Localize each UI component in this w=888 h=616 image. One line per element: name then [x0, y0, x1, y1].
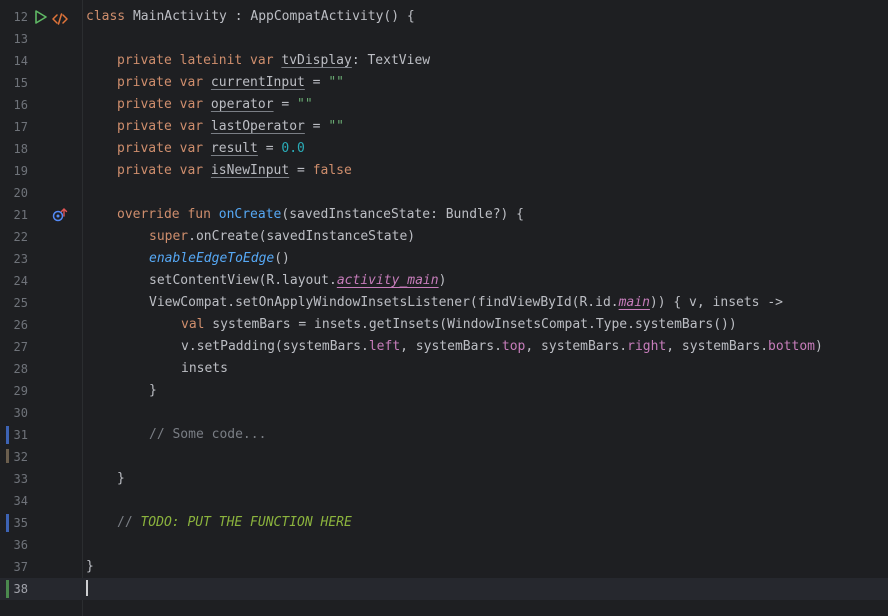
line-number: 25	[13, 296, 28, 310]
line-number: 36	[13, 538, 28, 552]
code-text: setContentView(R.layout.activity_main)	[149, 273, 447, 288]
line-number: 14	[13, 54, 28, 68]
code-text: }	[117, 471, 125, 486]
line-number: 33	[13, 472, 28, 486]
code-line-23[interactable]: 23 enableEdgeToEdge()	[0, 248, 888, 270]
line-number: 29	[13, 384, 28, 398]
code-text: private var result = 0.0	[117, 141, 305, 156]
code-text: val systemBars = insets.getInsets(Window…	[181, 317, 737, 332]
code-line-20[interactable]: 20	[0, 182, 888, 204]
code-line-27[interactable]: 27 v.setPadding(systemBars.left, systemB…	[0, 336, 888, 358]
line-number: 13	[13, 32, 28, 46]
code-line-32[interactable]: 32	[0, 446, 888, 468]
line-number: 20	[13, 186, 28, 200]
line-number: 18	[13, 142, 28, 156]
code-line-21[interactable]: 21 override fun onCreate(savedInstanceSt…	[0, 204, 888, 226]
text-caret	[86, 578, 88, 600]
code-text: insets	[181, 361, 228, 376]
line-number: 28	[13, 362, 28, 376]
line-number: 15	[13, 76, 28, 90]
code-editor[interactable]: 12 class MainActivity : AppCompatActivit…	[0, 0, 888, 616]
code-line-19[interactable]: 19 private var isNewInput = false	[0, 160, 888, 182]
code-line-12[interactable]: 12 class MainActivity : AppCompatActivit…	[0, 6, 888, 28]
code-line-30[interactable]: 30	[0, 402, 888, 424]
line-number: 31	[13, 428, 28, 442]
code-text: private var isNewInput = false	[117, 163, 352, 178]
code-line-36[interactable]: 36	[0, 534, 888, 556]
line-number: 12	[13, 10, 28, 24]
code-line-25[interactable]: 25 ViewCompat.setOnApplyWindowInsetsList…	[0, 292, 888, 314]
code-text: v.setPadding(systemBars.left, systemBars…	[181, 339, 823, 354]
line-number: 35	[13, 516, 28, 530]
line-number: 19	[13, 164, 28, 178]
code-text: private lateinit var tvDisplay: TextView	[117, 53, 431, 68]
code-line-16[interactable]: 16 private var operator = ""	[0, 94, 888, 116]
code-text: class MainActivity : AppCompatActivity()…	[86, 9, 415, 24]
code-text: // Some code...	[149, 427, 267, 442]
line-number: 24	[13, 274, 28, 288]
code-text: super.onCreate(savedInstanceState)	[149, 229, 416, 244]
code-line-15[interactable]: 15 private var currentInput = ""	[0, 72, 888, 94]
line-number: 37	[13, 560, 28, 574]
line-number: 30	[13, 406, 28, 420]
line-number: 16	[13, 98, 28, 112]
code-line-35[interactable]: 35 // TODO: PUT THE FUNCTION HERE	[0, 512, 888, 534]
line-number: 26	[13, 318, 28, 332]
code-line-33[interactable]: 33 }	[0, 468, 888, 490]
code-line-29[interactable]: 29 }	[0, 380, 888, 402]
code-line-38-current[interactable]: 38	[0, 578, 888, 600]
code-line-31[interactable]: 31 // Some code...	[0, 424, 888, 446]
code-text: private var lastOperator = ""	[117, 119, 344, 134]
code-line-18[interactable]: 18 private var result = 0.0	[0, 138, 888, 160]
code-text: private var operator = ""	[117, 97, 313, 112]
line-number: 17	[13, 120, 28, 134]
code-line-13[interactable]: 13	[0, 28, 888, 50]
line-number: 21	[13, 208, 28, 222]
code-line-28[interactable]: 28 insets	[0, 358, 888, 380]
code-text: enableEdgeToEdge()	[149, 251, 290, 266]
code-line-34[interactable]: 34	[0, 490, 888, 512]
line-number: 22	[13, 230, 28, 244]
code-line-14[interactable]: 14 private lateinit var tvDisplay: TextV…	[0, 50, 888, 72]
line-number: 27	[13, 340, 28, 354]
line-number: 32	[13, 450, 28, 464]
line-number: 34	[13, 494, 28, 508]
code-text: ViewCompat.setOnApplyWindowInsetsListene…	[149, 295, 783, 310]
line-number: 23	[13, 252, 28, 266]
code-line-37[interactable]: 37 }	[0, 556, 888, 578]
code-text: override fun onCreate(savedInstanceState…	[117, 207, 525, 222]
code-text: }	[86, 559, 94, 574]
code-text: // TODO: PUT THE FUNCTION HERE	[117, 515, 352, 530]
code-text: private var currentInput = ""	[117, 75, 344, 90]
code-line-26[interactable]: 26 val systemBars = insets.getInsets(Win…	[0, 314, 888, 336]
code-line-24[interactable]: 24 setContentView(R.layout.activity_main…	[0, 270, 888, 292]
code-line-17[interactable]: 17 private var lastOperator = ""	[0, 116, 888, 138]
line-number: 38	[13, 582, 28, 596]
code-line-22[interactable]: 22 super.onCreate(savedInstanceState)	[0, 226, 888, 248]
code-text: }	[149, 383, 157, 398]
